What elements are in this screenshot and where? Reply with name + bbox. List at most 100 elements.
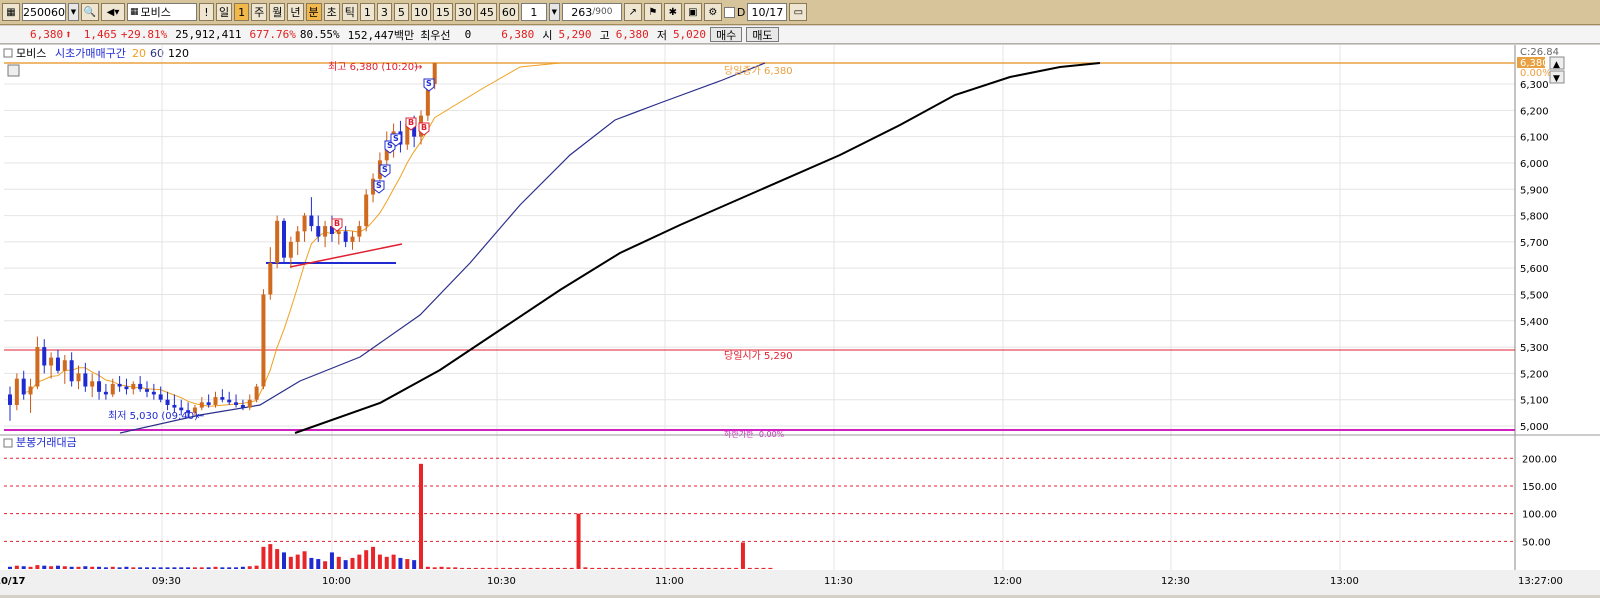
period-button-12[interactable]: 15: [432, 3, 453, 21]
time-tick: 11:00: [655, 576, 684, 587]
count-field[interactable]: 263/900: [561, 3, 622, 21]
period-button-14[interactable]: 45: [476, 3, 497, 21]
stock-name-field[interactable]: ▦ 모비스: [127, 3, 197, 21]
period-button-4[interactable]: 년: [287, 3, 304, 21]
alert-button[interactable]: !: [199, 3, 214, 21]
price-tick: 5,300: [1520, 343, 1549, 354]
candle-body: [199, 402, 204, 408]
magnet-icon[interactable]: ⚑: [643, 3, 662, 21]
period-button-8[interactable]: 1: [359, 3, 375, 21]
time-tick: 10:30: [487, 576, 516, 587]
search-icon[interactable]: 🔍: [81, 3, 99, 21]
interval-dropdown-button[interactable]: ▼: [548, 3, 560, 21]
period-button-3[interactable]: 월: [269, 3, 286, 21]
speaker-icon[interactable]: ◀▾: [101, 3, 125, 21]
period-button-2[interactable]: 주: [251, 3, 268, 21]
candle-body: [103, 391, 108, 395]
legend-box-icon: [3, 48, 13, 58]
low-label: 저: [656, 28, 667, 42]
period-button-7[interactable]: 틱: [341, 3, 358, 21]
period-button-0[interactable]: 일: [216, 3, 233, 21]
volume-ratio: 677.76%: [249, 28, 296, 41]
volume-bar: [316, 559, 321, 569]
stock-code-input[interactable]: 250060: [22, 3, 66, 21]
volume-bar: [21, 566, 26, 569]
date-checkbox[interactable]: [723, 6, 735, 18]
candle-body: [302, 215, 307, 232]
candle-body: [336, 231, 341, 234]
candle-body: [179, 407, 184, 411]
buy-button[interactable]: 매수: [710, 27, 743, 42]
candle-body: [206, 402, 211, 405]
volume-bar: [466, 567, 471, 569]
price-change: 1,465: [83, 28, 117, 41]
period-button-5[interactable]: 분: [305, 3, 322, 21]
current-pct-label: 0.00%: [1520, 68, 1552, 79]
high-label: 고: [599, 28, 610, 42]
period-selector: 일 1 주 월 년 분 초 틱 1 3 5 10 15 30 45 60: [216, 3, 519, 21]
volume-bar: [727, 567, 732, 569]
analysis-icon[interactable]: ✱: [663, 3, 682, 21]
candle-body: [213, 397, 218, 405]
volume-bar: [514, 567, 519, 569]
volume-bar: [295, 554, 300, 569]
indicator-settings-icon[interactable]: [7, 64, 20, 77]
volume-bar: [90, 566, 95, 569]
svg-text:S: S: [376, 181, 382, 190]
volume-bar: [275, 549, 280, 569]
volume-bar: [282, 552, 286, 569]
volume-bar: [138, 567, 143, 569]
candle-body: [172, 404, 177, 408]
volume-bar: [734, 567, 739, 569]
low-limit-annotation: 하한가한 -0.00%: [724, 429, 785, 439]
candle-body: [69, 360, 74, 382]
chart-icon[interactable]: ▦: [2, 3, 20, 21]
period-button-15[interactable]: 60: [498, 3, 519, 21]
calendar-icon[interactable]: ▭: [789, 3, 808, 21]
volume-bar: [350, 557, 355, 569]
volume-bar: [186, 567, 191, 569]
trend-tool-icon[interactable]: ↗: [623, 3, 642, 21]
volume-bar: [747, 567, 752, 569]
volume-bar: [268, 544, 273, 569]
period-button-13[interactable]: 30: [454, 3, 475, 21]
price-axis: 6,300 6,200 6,100 6,000 5,900 5,800 5,700 5,600…: [1520, 80, 1549, 433]
svg-text:B: B: [334, 219, 340, 228]
interval-input[interactable]: 1: [520, 3, 547, 21]
volume-bar: [35, 565, 40, 569]
candle-body: [14, 378, 19, 405]
volume-bar: [131, 567, 136, 569]
volume-bar: [494, 567, 499, 569]
volume-bar: [617, 567, 622, 569]
candle-body: [227, 399, 232, 403]
up-arrow-icon: ⬆: [65, 28, 72, 41]
volume-bar: [631, 567, 636, 569]
count-total: /900: [592, 7, 613, 17]
period-button-11[interactable]: 10: [410, 3, 431, 21]
date-input[interactable]: 10/17: [747, 3, 788, 21]
code-dropdown-button[interactable]: ▼: [68, 3, 79, 21]
period-button-6[interactable]: 초: [323, 3, 340, 21]
chart-area[interactable]: 모비스 시초가매매구간 20 60 120 6,300 6,200 6,100 6,0…: [0, 45, 1600, 595]
period-button-10[interactable]: 5: [393, 3, 409, 21]
period-button-9[interactable]: 3: [376, 3, 392, 21]
volume-bar: [76, 566, 81, 569]
volume-bar: [151, 567, 156, 569]
price-chart[interactable]: 모비스 시초가매매구간 20 60 120 6,3006,2006,1006,0…: [0, 45, 1600, 595]
period-button-1[interactable]: 1: [234, 3, 250, 21]
volume-bar: [227, 567, 232, 569]
candle-body: [131, 383, 136, 390]
turnover-ratio: 80.55%: [299, 28, 340, 41]
candle-body: [343, 231, 348, 242]
volume-bar: [240, 566, 245, 569]
volume-bar: [638, 567, 643, 569]
candle-body: [42, 347, 47, 366]
settings-icon[interactable]: ⚙: [703, 3, 722, 21]
price-tick: 6,200: [1520, 106, 1549, 117]
candle-body: [220, 397, 225, 400]
volume-bar: [740, 542, 745, 569]
volume-bar: [508, 567, 513, 569]
low-value: 5,020: [672, 28, 707, 41]
save-icon[interactable]: ▣: [683, 3, 702, 21]
sell-button[interactable]: 매도: [746, 27, 779, 42]
